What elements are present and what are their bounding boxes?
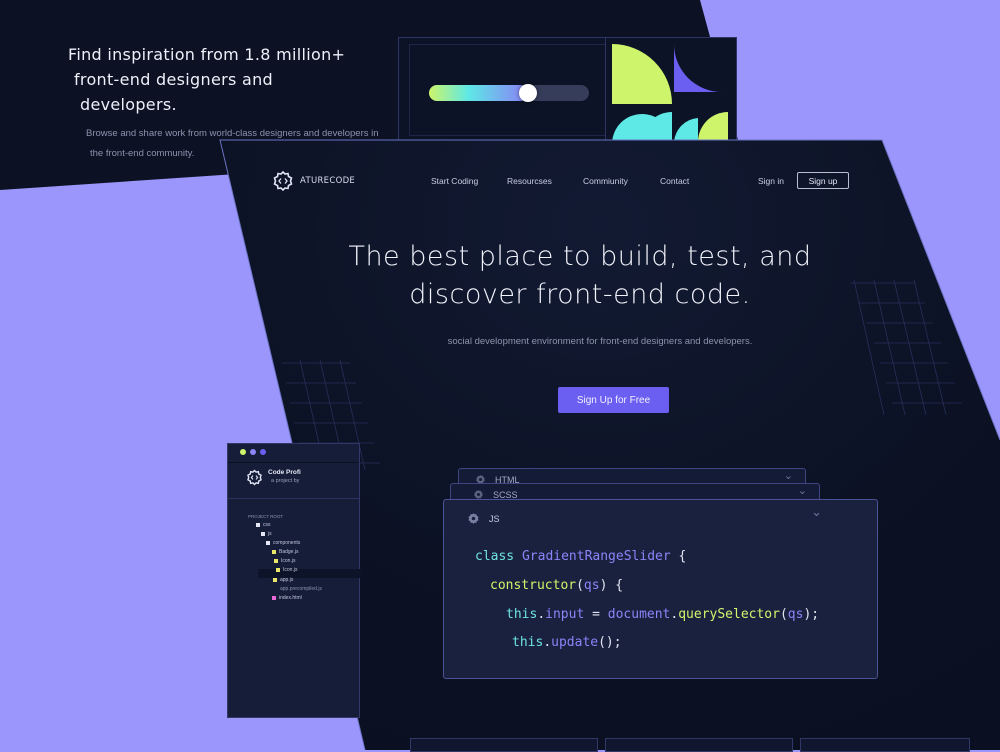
slider-fill [429,85,529,101]
gear-code-icon [247,469,262,486]
gear-code-icon [273,170,293,192]
chevron-down-icon[interactable]: ⌄ [784,469,793,482]
js-file-icon [276,568,280,572]
tree-item[interactable]: js [261,531,272,537]
brand-logo[interactable]: ATURECODE [272,170,355,192]
folder-icon [256,523,260,527]
chevron-down-icon[interactable]: ⌄ [811,504,822,520]
tree-item[interactable]: Badge.js [272,549,298,555]
chevron-down-icon[interactable]: ⌄ [798,484,807,497]
geometric-shapes-card [605,37,737,143]
js-file-icon [274,559,278,563]
js-code-panel: JS ⌄ class GradientRangeSlider { constru… [443,499,878,679]
js-file-icon [272,550,276,554]
hero-title: The best place to build, test, and disco… [348,241,812,310]
tree-item[interactable]: app.js [273,577,293,583]
dot-icon [240,449,246,455]
back-headline: Find inspiration from 1.8 million+ front… [68,45,346,114]
nav-contact[interactable]: Contact [660,176,689,186]
folder-icon [266,541,270,545]
code-line: class GradientRangeSlider { [475,549,687,564]
sign-up-free-button[interactable]: Sign Up for Free [558,387,669,413]
project-root-label: PROJECT ROOT [248,514,284,519]
code-line: this.update(); [512,635,622,650]
nav-start-coding[interactable]: Start Coding [431,176,478,186]
hero-subtitle: social development environment for front… [447,336,753,347]
gear-icon [468,513,479,524]
project-file-panel: Code Profi a project by PROJECT ROOT css… [227,443,361,718]
tree-item[interactable]: index.html [272,595,302,601]
js-file-icon [273,578,277,582]
folder-icon [261,532,265,536]
tree-item[interactable]: app.precompiled.js [280,586,322,592]
project-subtitle: a project by [271,478,300,484]
tree-item[interactable]: Icon.js [274,558,295,564]
tree-item[interactable]: css [256,522,271,528]
tree-item[interactable]: Icon.js [276,567,297,573]
code-line: this.input = document.querySelector(qs); [506,607,820,622]
gradient-slider-card [398,37,626,141]
dot-icon [260,449,266,455]
dot-icon [250,449,256,455]
sign-in-link[interactable]: Sign in [758,176,784,186]
gradient-range-slider[interactable] [429,84,589,102]
geometric-shapes-icon [606,38,736,142]
nav-community[interactable]: Commiunity [583,176,628,186]
window-dots [240,449,266,455]
project-title: Code Profi [268,469,301,476]
tree-item[interactable]: components [266,540,300,546]
code-line: constructor(qs) { [490,578,624,593]
sign-up-button[interactable]: Sign up [797,172,849,189]
html-file-icon [272,596,276,600]
tab-js-label: JS [489,514,500,524]
nav-resources[interactable]: Resourcses [507,176,552,186]
brand-name: ATURECODE [300,176,356,186]
slider-knob[interactable] [519,84,538,102]
